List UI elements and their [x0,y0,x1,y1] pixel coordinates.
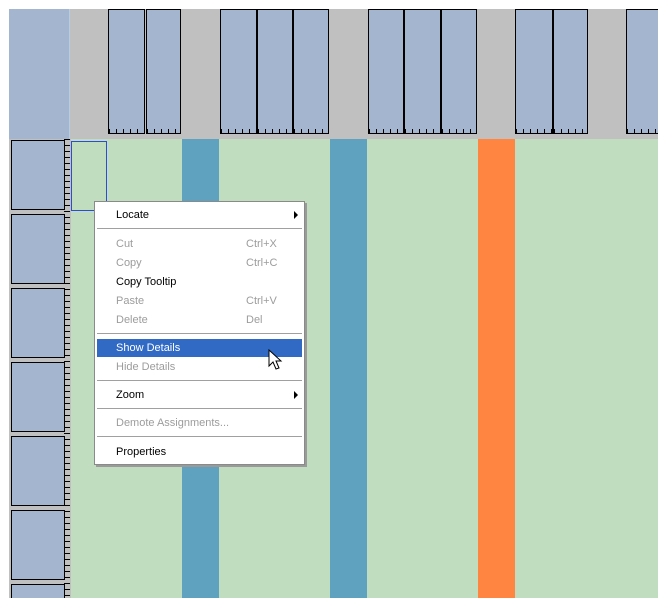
menu-item-delete[interactable]: Delete Del [97,311,302,329]
submenu-arrow-icon [294,211,298,219]
column-header-block[interactable] [220,9,257,134]
menu-item-zoom[interactable]: Zoom [97,386,302,404]
assignment-band-orange[interactable] [478,139,515,598]
menu-item-copy-tooltip[interactable]: Copy Tooltip [97,273,302,291]
menu-separator [97,228,302,230]
row-header-block[interactable] [11,436,65,506]
row-header-block[interactable] [11,510,65,580]
row-header-block[interactable] [11,584,65,598]
row-header-block[interactable] [11,362,65,432]
menu-separator [97,333,302,335]
menu-item-paste[interactable]: Paste Ctrl+V [97,292,302,310]
menu-item-properties[interactable]: Properties [97,443,302,461]
menu-separator [97,380,302,382]
menu-item-demote-assignments[interactable]: Demote Assignments... [97,414,302,432]
row-tick-scale [64,139,70,598]
menu-item-locate[interactable]: Locate [97,206,302,224]
column-header-block[interactable] [626,9,658,134]
menu-item-copy[interactable]: Copy Ctrl+C [97,254,302,272]
assignment-band-blue[interactable] [330,139,367,598]
context-menu: Locate Cut Ctrl+X Copy Ctrl+C Copy Toolt… [94,201,305,465]
left-tick-strip [0,9,9,598]
column-header-block[interactable] [146,9,181,134]
column-header-block[interactable] [441,9,477,134]
row-header-block[interactable] [11,288,65,358]
menu-item-cut[interactable]: Cut Ctrl+X [97,235,302,253]
column-header-block[interactable] [404,9,441,134]
row-header-column [9,139,71,598]
column-header-block[interactable] [368,9,404,134]
column-header-strip [9,9,658,140]
column-header-block[interactable] [293,9,329,134]
menu-separator [97,436,302,438]
submenu-arrow-icon [294,391,298,399]
row-header-block[interactable] [11,140,65,210]
column-header-block[interactable] [108,9,145,134]
column-header-block[interactable] [515,9,553,134]
header-corner [9,9,70,140]
row-header-block[interactable] [11,214,65,284]
mouse-pointer-icon [268,349,283,370]
menu-separator [97,408,302,410]
column-header-block[interactable] [257,9,293,134]
column-header-block[interactable] [553,9,588,134]
